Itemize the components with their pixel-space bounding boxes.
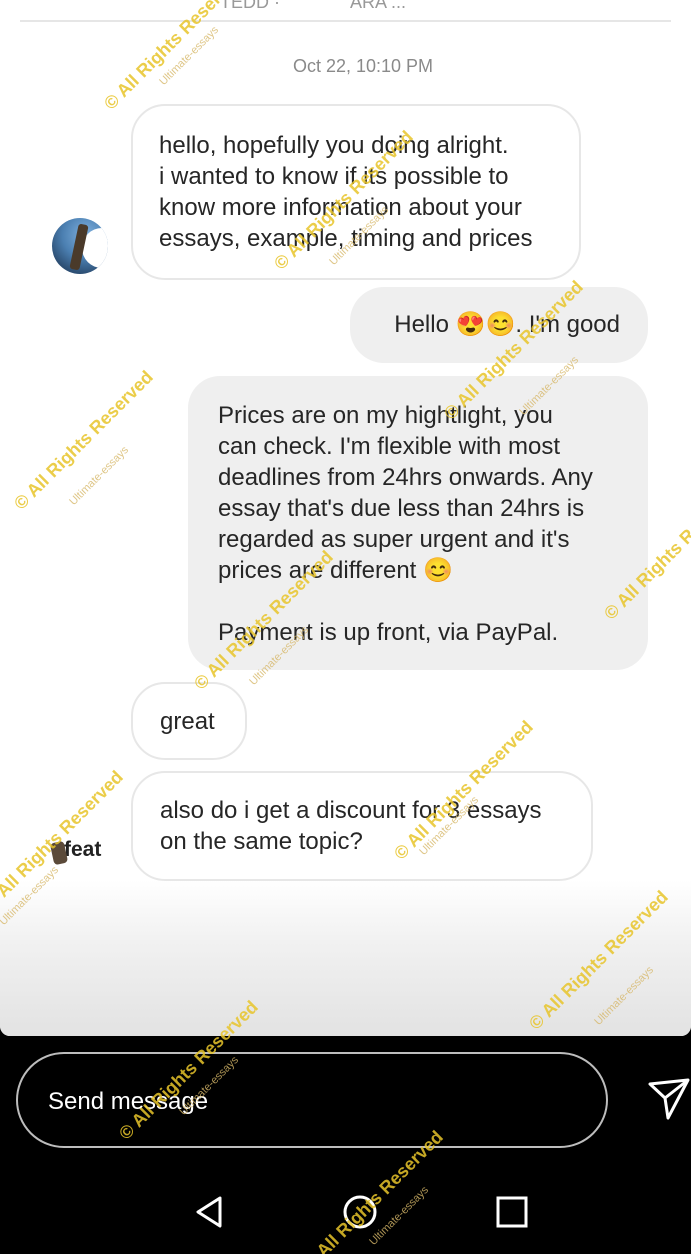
- watermark-sub: Ultimate-essays: [67, 444, 132, 508]
- sticker-avatar: feat: [50, 838, 101, 862]
- message-text: great: [160, 708, 215, 735]
- message-bubble-outgoing[interactable]: Hello 😍😊. I'm good: [350, 287, 648, 363]
- back-triangle-icon[interactable]: [190, 1192, 230, 1232]
- message-bubble-incoming[interactable]: hello, hopefully you doing alright. i wa…: [131, 104, 581, 280]
- send-message-input[interactable]: [48, 1084, 568, 1120]
- contact-avatar[interactable]: [52, 218, 108, 274]
- header-partial-left: TEDD ·: [220, 0, 280, 12]
- message-text: Prices are on my hightlight, you can che…: [218, 402, 593, 646]
- message-bubble-outgoing[interactable]: Prices are on my hightlight, you can che…: [188, 376, 648, 670]
- chat-area: TEDD · ARA ... Oct 22, 10:10 PM hello, h…: [0, 0, 691, 1036]
- header-strip: TEDD · ARA ...: [20, 0, 671, 22]
- message-text: also do i get a discount for 3 essays on…: [160, 797, 542, 855]
- message-timestamp: Oct 22, 10:10 PM: [292, 56, 434, 76]
- message-composer[interactable]: [16, 1052, 608, 1148]
- message-bubble-incoming[interactable]: also do i get a discount for 3 essays on…: [131, 771, 593, 881]
- message-text: Hello 😍😊. I'm good: [394, 311, 620, 338]
- message-bubble-incoming[interactable]: great: [131, 682, 247, 760]
- watermark: © All Rights Reserved: [10, 366, 157, 514]
- header-partial-right: ARA ...: [350, 0, 407, 12]
- sticker-text: feat: [64, 838, 102, 861]
- system-nav-bar: © All Rights Reserved Ultimate-essays: [0, 1127, 691, 1254]
- home-circle-icon[interactable]: [340, 1192, 380, 1232]
- message-text: hello, hopefully you doing alright. i wa…: [159, 132, 533, 252]
- fade-overlay: [0, 880, 691, 1036]
- send-paper-plane-icon[interactable]: [646, 1074, 691, 1122]
- recents-square-icon[interactable]: [492, 1192, 532, 1232]
